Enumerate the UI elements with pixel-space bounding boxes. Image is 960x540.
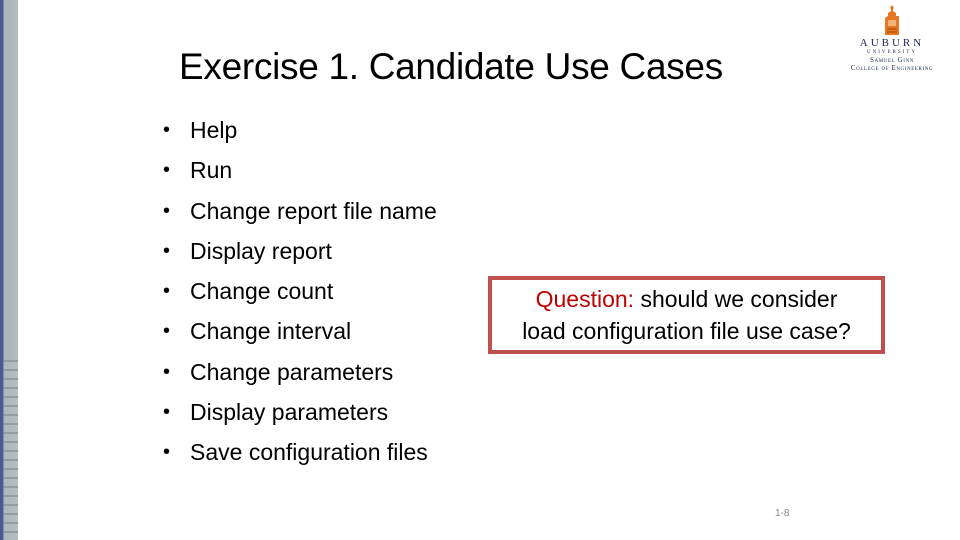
auburn-tower-icon bbox=[885, 5, 899, 35]
question-text-1: should we consider bbox=[634, 286, 838, 312]
bullet-icon: • bbox=[163, 280, 171, 303]
list-item: • Change interval bbox=[163, 311, 437, 351]
list-item-text: Change interval bbox=[190, 318, 352, 345]
auburn-logo: AUBURN UNIVERSITY Samuel Ginn College of… bbox=[828, 4, 956, 84]
bullet-icon: • bbox=[163, 159, 171, 182]
bullet-icon: • bbox=[163, 401, 171, 424]
question-line-1: Question: should we consider bbox=[536, 283, 838, 315]
page-number: 1-8 bbox=[775, 508, 790, 519]
bullet-icon: • bbox=[163, 360, 171, 383]
bullet-icon: • bbox=[163, 199, 171, 222]
left-decorative-strip bbox=[0, 0, 18, 540]
question-callout-box: Question: should we consider load config… bbox=[488, 276, 885, 354]
list-item: • Run bbox=[163, 150, 437, 190]
list-item-text: Save configuration files bbox=[190, 439, 428, 466]
list-item: • Change parameters bbox=[163, 352, 437, 392]
list-item: • Change count bbox=[163, 271, 437, 311]
question-line-2: load configuration file use case? bbox=[522, 318, 851, 344]
list-item-text: Run bbox=[190, 157, 233, 184]
bullet-icon: • bbox=[163, 119, 171, 141]
bullet-icon: • bbox=[163, 441, 171, 464]
bullet-icon: • bbox=[163, 320, 171, 343]
list-item-text: Change count bbox=[190, 278, 334, 305]
logo-college-line1: Samuel Ginn bbox=[870, 56, 914, 64]
logo-subtitle: UNIVERSITY bbox=[867, 50, 917, 55]
list-item-text: Help bbox=[190, 117, 238, 143]
list-item: • Change report file name bbox=[163, 191, 437, 231]
list-item-text: Change report file name bbox=[190, 197, 437, 224]
logo-college-line2: College of Engineering bbox=[850, 64, 934, 72]
list-item: • Display report bbox=[163, 231, 437, 271]
list-item-text: Display report bbox=[190, 237, 332, 264]
bullet-icon: • bbox=[163, 239, 171, 262]
slide-title: Exercise 1. Candidate Use Cases bbox=[179, 46, 723, 87]
logo-name: AUBURN bbox=[859, 37, 925, 49]
list-item-text: Change parameters bbox=[190, 358, 394, 385]
list-item: • Save configuration files bbox=[163, 432, 437, 472]
list-item-text: Display parameters bbox=[190, 399, 389, 426]
list-item: • Help bbox=[163, 110, 437, 150]
question-label: Question: bbox=[535, 286, 635, 312]
list-item: • Display parameters bbox=[163, 392, 437, 432]
use-case-list: • Help • Run • Change report file name • Dis… bbox=[163, 110, 437, 473]
